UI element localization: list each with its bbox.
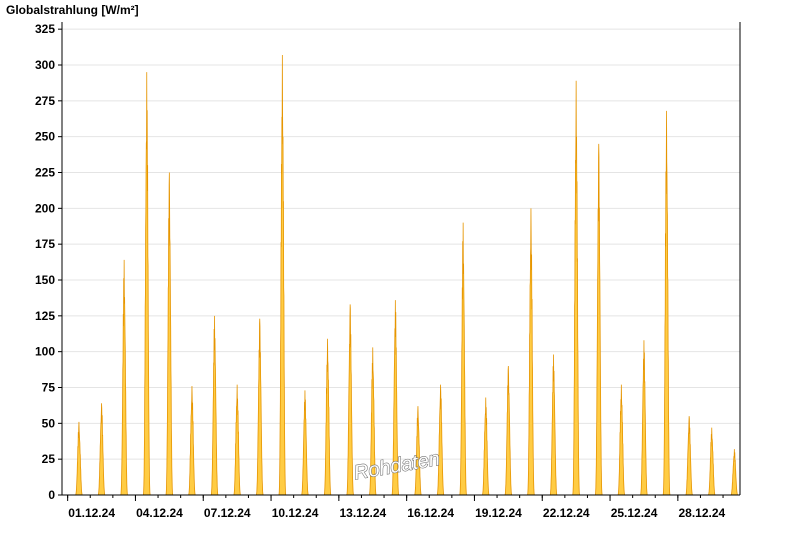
series-areas: [75, 54, 738, 496]
y-tick-label: 50: [42, 416, 56, 430]
x-tick-label: 10.12.24: [272, 506, 319, 520]
daily-irradiance-area: [617, 384, 626, 496]
x-tick-label: 22.12.24: [543, 506, 590, 520]
daily-irradiance-area: [436, 384, 445, 496]
x-tick-label: 19.12.24: [475, 506, 522, 520]
y-tick-label: 225: [35, 166, 55, 180]
daily-irradiance-area: [458, 222, 468, 496]
daily-irradiance-area: [254, 318, 265, 496]
daily-irradiance-area: [482, 397, 490, 496]
daily-irradiance-area: [209, 315, 220, 496]
daily-irradiance-area: [323, 338, 333, 496]
grid-lines: [62, 28, 740, 460]
y-ticks: 0 25 50 75 100 125 150 175 200 225 250 275 300 325: [35, 22, 62, 502]
x-tick-label: 28.12.24: [678, 506, 725, 520]
x-tick-label: 01.12.24: [68, 506, 115, 520]
daily-irradiance-area: [685, 416, 693, 496]
daily-irradiance-area: [97, 403, 106, 496]
x-tick-label: 25.12.24: [611, 506, 658, 520]
y-tick-label: 150: [35, 273, 55, 287]
y-tick-label: 75: [42, 381, 56, 395]
y-tick-label: 275: [35, 94, 55, 108]
daily-irradiance-area: [233, 384, 241, 496]
daily-irradiance-area: [571, 80, 581, 496]
y-tick-label: 175: [35, 237, 55, 251]
daily-irradiance-area: [278, 54, 287, 496]
y-tick-label: 250: [35, 130, 55, 144]
irradiance-chart: Globalstrahlung [W/m²] 0 25 50 75 100 125 150 1…: [6, 3, 741, 520]
y-tick-label: 200: [35, 201, 55, 215]
daily-irradiance-area: [301, 390, 309, 496]
daily-irradiance-area: [119, 259, 129, 496]
y-axis-title: Globalstrahlung [W/m²]: [6, 3, 139, 17]
daily-irradiance-area: [662, 110, 671, 496]
x-tick-label: 13.12.24: [339, 506, 386, 520]
daily-irradiance-area: [142, 72, 152, 496]
x-tick-label: 07.12.24: [204, 506, 251, 520]
daily-irradiance-area: [164, 172, 174, 496]
x-tick-label: 04.12.24: [136, 506, 183, 520]
y-tick-label: 25: [42, 452, 56, 466]
daily-irradiance-area: [730, 449, 738, 496]
daily-irradiance-area: [504, 365, 513, 496]
daily-irradiance-area: [75, 421, 83, 496]
daily-irradiance-area: [708, 427, 716, 496]
daily-irradiance-area: [548, 354, 558, 496]
y-tick-label: 100: [35, 345, 55, 359]
y-tick-label: 125: [35, 309, 55, 323]
x-ticks: 01.12.24 04.12.24 07.12.24 10.12.24 13.12.24…: [67, 495, 726, 520]
y-tick-label: 0: [48, 488, 55, 502]
x-tick-label: 16.12.24: [407, 506, 454, 520]
y-tick-label: 325: [35, 22, 55, 36]
daily-irradiance-area: [638, 340, 649, 496]
daily-irradiance-area: [188, 386, 196, 496]
daily-irradiance-area: [594, 143, 604, 496]
axes: [61, 22, 741, 496]
y-tick-label: 300: [35, 58, 55, 72]
